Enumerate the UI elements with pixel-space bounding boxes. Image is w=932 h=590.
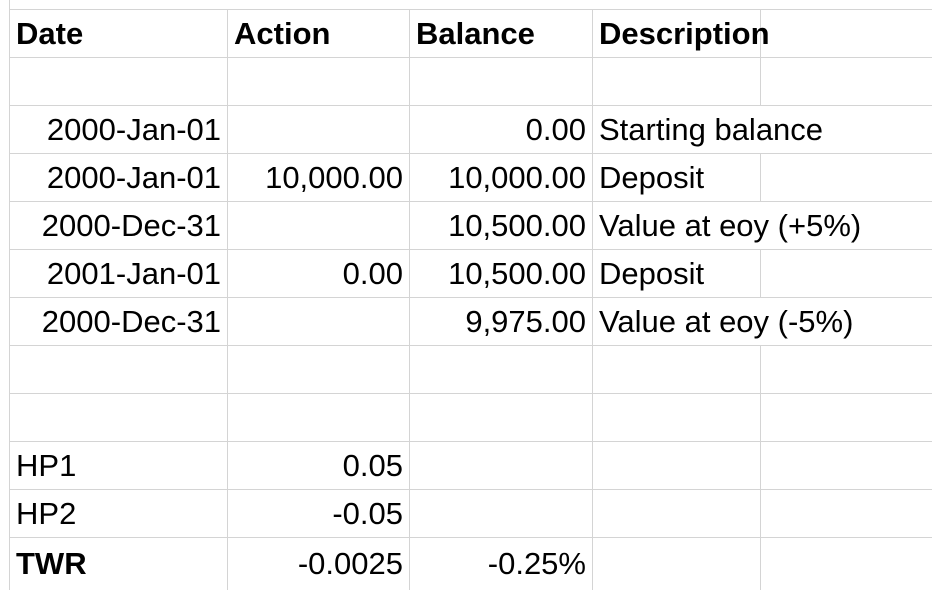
summary-extra[interactable] — [410, 442, 593, 489]
empty-cell[interactable] — [593, 490, 761, 537]
spreadsheet-grid: Date Action Balance Description 2000-Jan… — [0, 0, 932, 590]
summary-value[interactable]: -0.0025 — [228, 538, 410, 590]
description-cell[interactable]: Deposit — [593, 250, 761, 297]
summary-value[interactable]: 0.05 — [228, 442, 410, 489]
summary-value[interactable]: -0.05 — [228, 490, 410, 537]
description-cell[interactable]: Value at eoy (+5%) — [593, 202, 932, 249]
date-cell[interactable]: 2001-Jan-01 — [10, 250, 228, 297]
summary-label[interactable]: TWR — [10, 538, 228, 590]
empty-cell[interactable] — [761, 58, 932, 105]
action-cell[interactable]: 10,000.00 — [228, 154, 410, 201]
table-row: 2000-Jan-01 10,000.00 10,000.00 Deposit — [0, 154, 932, 202]
balance-cell[interactable]: 10,500.00 — [410, 250, 593, 297]
date-cell[interactable]: 2000-Jan-01 — [10, 154, 228, 201]
empty-cell[interactable] — [593, 58, 761, 105]
table-row: 2001-Jan-01 0.00 10,500.00 Deposit — [0, 250, 932, 298]
header-balance[interactable]: Balance — [410, 10, 593, 57]
summary-extra[interactable] — [410, 490, 593, 537]
empty-cell[interactable] — [761, 538, 932, 590]
empty-cell[interactable] — [410, 346, 593, 393]
summary-row: HP1 0.05 — [0, 442, 932, 490]
empty-cell[interactable] — [593, 346, 761, 393]
empty-cell[interactable] — [10, 346, 228, 393]
summary-label[interactable]: HP1 — [10, 442, 228, 489]
date-cell[interactable]: 2000-Dec-31 — [10, 298, 228, 345]
empty-cell[interactable] — [228, 58, 410, 105]
header-action[interactable]: Action — [228, 10, 410, 57]
empty-cell[interactable] — [228, 394, 410, 441]
header-row: Date Action Balance Description — [0, 10, 932, 58]
header-description[interactable]: Description — [593, 10, 770, 57]
date-cell[interactable]: 2000-Jan-01 — [10, 106, 228, 153]
column-header-edge — [0, 0, 932, 10]
empty-cell[interactable] — [410, 58, 593, 105]
empty-row — [0, 346, 932, 394]
empty-cell[interactable] — [761, 10, 932, 57]
table-row: 2000-Dec-31 9,975.00 Value at eoy (-5%) — [0, 298, 932, 346]
empty-cell[interactable] — [593, 538, 761, 590]
empty-cell[interactable] — [593, 442, 761, 489]
date-cell[interactable]: 2000-Dec-31 — [10, 202, 228, 249]
balance-cell[interactable]: 10,000.00 — [410, 154, 593, 201]
empty-cell[interactable] — [761, 394, 932, 441]
empty-row — [0, 394, 932, 442]
empty-cell[interactable] — [10, 58, 228, 105]
empty-cell[interactable] — [228, 346, 410, 393]
row-header-edge — [0, 0, 10, 590]
balance-cell[interactable]: 9,975.00 — [410, 298, 593, 345]
empty-cell[interactable] — [761, 346, 932, 393]
empty-cell[interactable] — [593, 394, 761, 441]
description-cell[interactable]: Starting balance — [593, 106, 932, 153]
empty-cell[interactable] — [761, 154, 932, 201]
summary-label[interactable]: HP2 — [10, 490, 228, 537]
empty-row — [0, 58, 932, 106]
description-cell[interactable]: Deposit — [593, 154, 761, 201]
action-cell[interactable] — [228, 202, 410, 249]
empty-cell[interactable] — [10, 394, 228, 441]
summary-row: HP2 -0.05 — [0, 490, 932, 538]
table-row: 2000-Dec-31 10,500.00 Value at eoy (+5%) — [0, 202, 932, 250]
description-cell[interactable]: Value at eoy (-5%) — [593, 298, 932, 345]
summary-extra[interactable]: -0.25% — [410, 538, 593, 590]
action-cell[interactable] — [228, 298, 410, 345]
balance-cell[interactable]: 10,500.00 — [410, 202, 593, 249]
empty-cell[interactable] — [761, 442, 932, 489]
empty-cell[interactable] — [761, 250, 932, 297]
action-cell[interactable]: 0.00 — [228, 250, 410, 297]
empty-cell[interactable] — [761, 490, 932, 537]
empty-cell[interactable] — [410, 394, 593, 441]
summary-row: TWR -0.0025 -0.25% — [0, 538, 932, 590]
balance-cell[interactable]: 0.00 — [410, 106, 593, 153]
action-cell[interactable] — [228, 106, 410, 153]
header-date[interactable]: Date — [10, 10, 228, 57]
table-row: 2000-Jan-01 0.00 Starting balance — [0, 106, 932, 154]
